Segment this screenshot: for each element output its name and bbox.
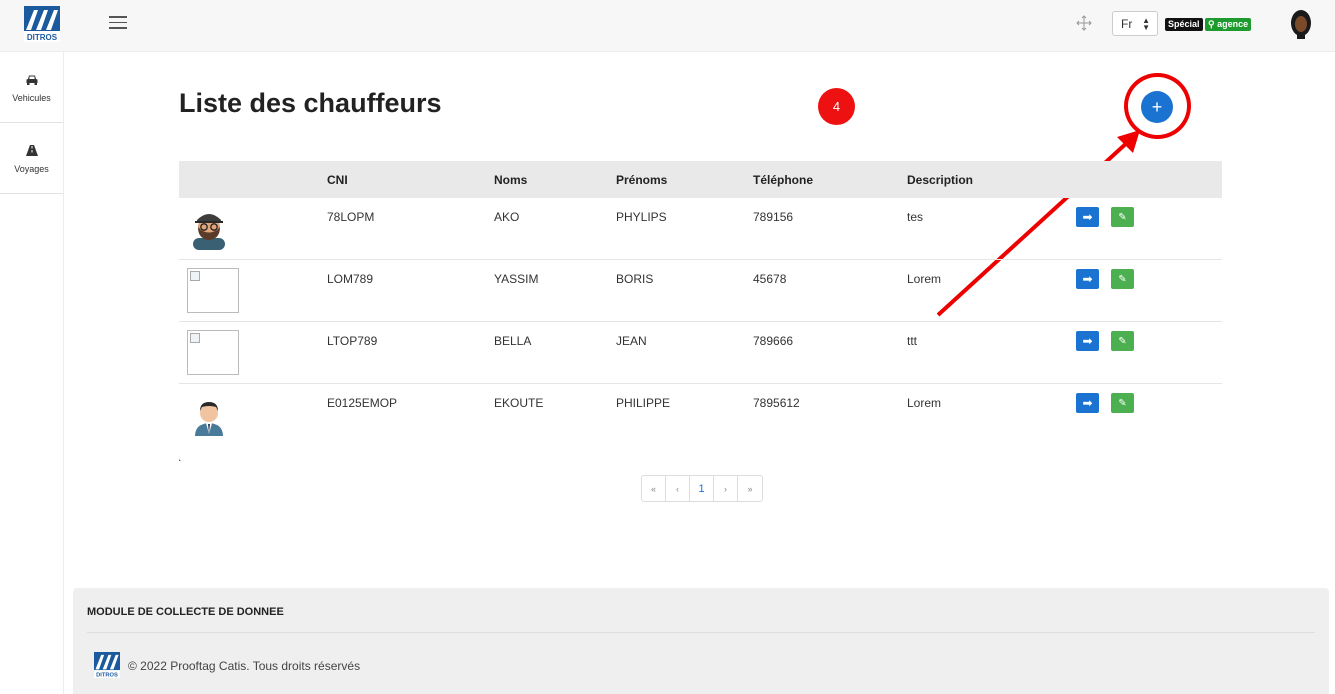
driver-avatar (195, 402, 223, 436)
cell-nom: EKOUTE (494, 396, 544, 410)
broken-image-icon (190, 333, 200, 343)
edit-driver-button[interactable]: ✎ (1111, 269, 1134, 289)
table-header: CNI Noms Prénoms Téléphone Description (179, 161, 1222, 198)
cell-cni: LOM789 (327, 272, 374, 286)
table-row: E0125EMOP EKOUTE PHILIPPE 7895612 Lorem … (179, 384, 1222, 446)
drivers-table: CNI Noms Prénoms Téléphone Description 7… (179, 161, 1222, 446)
cell-nom: YASSIM (494, 272, 539, 286)
footer-divider (87, 632, 1315, 633)
broken-image-placeholder (187, 268, 239, 313)
cell-nom: AKO (494, 210, 520, 224)
view-driver-button[interactable]: ➡ (1076, 393, 1099, 413)
cell-telephone: 45678 (753, 272, 787, 286)
pagination-next[interactable]: › (714, 476, 738, 501)
sidebar-item-label: Voyages (14, 164, 49, 174)
sidebar: Vehicules Voyages (0, 52, 64, 694)
cell-prenom: BORIS (616, 272, 654, 286)
top-bar: DITROS Fr ▲ ▼ Spécial ⚲ agence (0, 0, 1335, 52)
menu-toggle-icon[interactable] (109, 16, 127, 30)
cell-cni: E0125EMOP (327, 396, 398, 410)
edit-icon: ✎ (1118, 273, 1127, 285)
svg-text:DITROS: DITROS (27, 33, 58, 42)
cell-description: Lorem (907, 272, 942, 286)
cell-description: tes (907, 210, 924, 224)
language-select[interactable]: Fr ▲ ▼ (1112, 11, 1158, 36)
select-caret-icon: ▲ ▼ (1142, 16, 1150, 32)
cell-prenom: PHILIPPE (616, 396, 671, 410)
cell-telephone: 789156 (753, 210, 794, 224)
column-header-telephone: Téléphone (753, 173, 814, 187)
arrow-right-icon: ➡ (1082, 210, 1093, 224)
column-header-prenoms: Prénoms (616, 173, 668, 187)
cell-description: ttt (907, 334, 918, 348)
svg-text:DITROS: DITROS (96, 673, 118, 678)
column-header-description: Description (907, 173, 974, 187)
edit-driver-button[interactable]: ✎ (1111, 207, 1134, 227)
stray-dot-text: . (178, 450, 182, 464)
footer: MODULE DE COLLECTE DE DONNEE DITROS © 20… (73, 588, 1329, 694)
arrow-right-icon: ➡ (1082, 272, 1093, 286)
edit-icon: ✎ (1118, 211, 1127, 223)
user-icon: ⚲ (1208, 19, 1218, 29)
cell-cni: LTOP789 (327, 334, 378, 348)
arrow-right-icon: ➡ (1082, 334, 1093, 348)
sidebar-item-vehicules[interactable]: Vehicules (0, 52, 63, 123)
sidebar-item-voyages[interactable]: Voyages (0, 123, 63, 194)
view-driver-button[interactable]: ➡ (1076, 331, 1099, 351)
cell-telephone: 789666 (753, 334, 794, 348)
table-row: LOM789 YASSIM BORIS 45678 Lorem ➡ ✎ (179, 260, 1222, 322)
pagination-prev[interactable]: ‹ (666, 476, 690, 501)
special-badge: Spécial (1165, 18, 1203, 31)
cell-nom: BELLA (494, 334, 532, 348)
cell-description: Lorem (907, 396, 942, 410)
pagination-page-1[interactable]: 1 (690, 476, 714, 501)
broken-image-icon (190, 271, 200, 281)
cell-telephone: 7895612 (753, 396, 800, 410)
pagination-last[interactable]: » (738, 476, 762, 501)
broken-image-placeholder (187, 330, 239, 375)
fullscreen-move-icon[interactable] (1076, 15, 1092, 31)
ditros-logo[interactable]: DITROS (24, 6, 60, 42)
column-header-noms: Noms (494, 173, 528, 187)
edit-driver-button[interactable]: ✎ (1111, 331, 1134, 351)
user-avatar[interactable] (1289, 9, 1313, 39)
edit-icon: ✎ (1118, 335, 1127, 347)
road-icon (25, 145, 38, 156)
driver-avatar (193, 214, 225, 250)
table-row: 78LOPM AKO PHYLIPS 789156 tes ➡ ✎ (179, 198, 1222, 260)
agence-label: agence (1217, 19, 1249, 29)
ditros-logo: DITROS (94, 652, 120, 678)
car-icon (26, 75, 37, 85)
edit-driver-button[interactable]: ✎ (1111, 393, 1134, 413)
pagination: « ‹ 1 › » (641, 475, 763, 502)
footer-title: MODULE DE COLLECTE DE DONNEE (87, 606, 284, 618)
driver-count-badge: 4 (818, 88, 855, 125)
page-title: Liste des chauffeurs (179, 88, 442, 118)
table-row: LTOP789 BELLA JEAN 789666 ttt ➡ ✎ (179, 322, 1222, 384)
column-header-cni: CNI (327, 173, 348, 187)
view-driver-button[interactable]: ➡ (1076, 207, 1099, 227)
agence-badge: ⚲ agence (1205, 18, 1252, 31)
language-value: Fr (1121, 16, 1133, 31)
cell-cni: 78LOPM (327, 210, 375, 224)
pagination-first[interactable]: « (642, 476, 666, 501)
footer-copyright: © 2022 Prooftag Catis. Tous droits réser… (128, 659, 361, 673)
edit-icon: ✎ (1118, 397, 1127, 409)
cell-prenom: JEAN (616, 334, 647, 348)
arrow-right-icon: ➡ (1082, 396, 1093, 410)
view-driver-button[interactable]: ➡ (1076, 269, 1099, 289)
sidebar-item-label: Vehicules (12, 93, 51, 103)
cell-prenom: PHYLIPS (616, 210, 667, 224)
